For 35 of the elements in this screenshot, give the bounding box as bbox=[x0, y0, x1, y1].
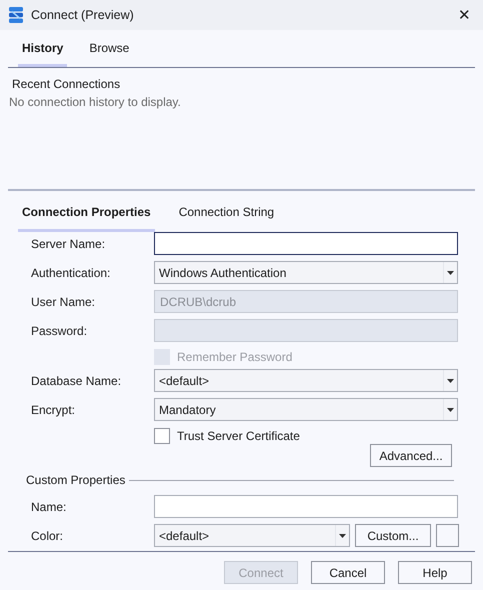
field-label: Authentication: bbox=[30, 264, 112, 282]
section-heading: Recent Connections bbox=[11, 76, 122, 93]
checkbox-label: Trust Server Certificate bbox=[177, 428, 300, 444]
dialog-button[interactable]: Help bbox=[398, 561, 472, 584]
custom-button[interactable]: Custom... bbox=[355, 524, 431, 547]
caret-icon bbox=[447, 378, 454, 382]
checkbox[interactable] bbox=[154, 428, 170, 444]
color-swatch[interactable] bbox=[436, 524, 459, 547]
empty-message: No connection history to display. bbox=[8, 94, 182, 111]
checkbox-label: Remember Password bbox=[177, 348, 292, 366]
field-label: User Name: bbox=[30, 294, 96, 310]
dropdown[interactable]: <default> bbox=[154, 524, 350, 547]
dialog-button[interactable]: Cancel bbox=[311, 561, 385, 584]
field-label: Encrypt: bbox=[30, 402, 76, 418]
field-label: Password: bbox=[30, 322, 88, 340]
input-field[interactable] bbox=[154, 495, 458, 518]
tab[interactable]: Browse bbox=[85, 37, 134, 67]
caret-icon bbox=[447, 408, 454, 412]
database-icon bbox=[9, 7, 23, 23]
caret-icon bbox=[339, 534, 346, 538]
field-label: Name: bbox=[30, 498, 68, 516]
dropdown[interactable]: Mandatory bbox=[154, 398, 458, 421]
input-field[interactable] bbox=[154, 232, 458, 255]
caret-icon bbox=[447, 270, 454, 274]
field-label: Server Name: bbox=[30, 236, 106, 252]
dropdown[interactable]: Windows Authentication bbox=[154, 261, 458, 284]
field-label: Color: bbox=[30, 528, 64, 544]
dropdown[interactable]: <default> bbox=[154, 369, 458, 392]
tab[interactable]: Connection String bbox=[174, 200, 278, 232]
group-heading: Custom Properties bbox=[26, 472, 126, 489]
close-button[interactable]: ✕ bbox=[456, 8, 473, 22]
window-title: Connect (Preview) bbox=[31, 6, 134, 24]
tab[interactable]: Connection Properties bbox=[18, 200, 155, 232]
field-label: Database Name: bbox=[30, 372, 122, 390]
advanced-button[interactable]: Advanced... bbox=[370, 444, 452, 467]
